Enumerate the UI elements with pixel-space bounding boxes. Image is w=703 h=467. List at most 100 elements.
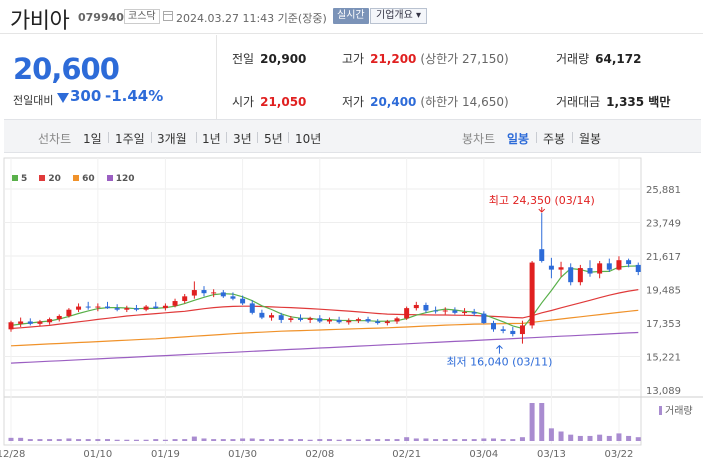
candle-body (153, 306, 159, 309)
candle-body (558, 267, 564, 270)
volume-bar (326, 439, 332, 441)
candle-body (162, 305, 168, 309)
candle-body (191, 290, 197, 296)
candle-body (95, 306, 101, 308)
candle-body (577, 268, 583, 283)
candle-body (47, 319, 53, 323)
x-tick-label: 03/13 (537, 449, 566, 460)
candle-body (143, 306, 149, 310)
candle-body (298, 318, 303, 320)
candle-body (587, 268, 593, 274)
y-tick-label: 17,353 (646, 319, 681, 330)
x-tick-label: 03/04 (469, 449, 498, 460)
candle-body (288, 318, 294, 320)
volume-bar (288, 439, 294, 441)
candle-body (56, 315, 62, 320)
candle-body (597, 263, 603, 274)
volume-bar (355, 439, 361, 441)
candle-body (269, 315, 275, 318)
volume-bar (452, 439, 458, 441)
volume-bar (519, 437, 525, 441)
volume-bar (510, 439, 516, 441)
candle-body (259, 312, 265, 318)
candlestick-chart[interactable]: 25,881 23,749 21,617 19,485 17,353 15,221 13,0… (0, 0, 703, 467)
x-tick-label: 02/08 (305, 449, 334, 460)
candle-body (519, 325, 525, 335)
candle-body (433, 310, 439, 312)
candle-body (66, 309, 72, 316)
volume-bar (56, 439, 62, 441)
volume-bar (47, 439, 53, 441)
volume-bar (577, 435, 583, 441)
volume-bar (529, 403, 535, 441)
candle-body (606, 263, 612, 270)
candle-body (114, 308, 120, 310)
y-tick-label: 19,485 (646, 286, 681, 297)
x-tick-label: 12/28 (0, 449, 25, 460)
volume-bar (413, 438, 419, 441)
candle-body (37, 321, 43, 324)
candle-body (182, 296, 188, 302)
candle-body (27, 321, 33, 324)
volume-bar (471, 439, 477, 441)
x-tick-label: 01/10 (83, 449, 112, 460)
candle-body (491, 323, 496, 330)
candle-body (404, 308, 410, 319)
candle-body (336, 319, 342, 323)
candle-body (220, 292, 226, 297)
volume-bar (191, 436, 197, 441)
volume-bar (201, 438, 207, 441)
volume-bar (404, 437, 410, 441)
volume-bar (587, 435, 593, 441)
volume-bar (298, 439, 303, 441)
volume-bar (616, 433, 622, 441)
max-annotation: 최고 24,350 (03/14) (489, 194, 595, 207)
candle-body (471, 312, 477, 314)
candle-body (278, 315, 284, 320)
volume-bar (336, 439, 342, 441)
candle-body (500, 329, 506, 331)
volume-bar (423, 438, 429, 441)
candle-body (85, 306, 91, 308)
x-tick-label: 01/30 (228, 449, 257, 460)
candle-body (626, 260, 632, 265)
volume-bar (76, 439, 82, 441)
volume-bar (384, 439, 390, 441)
volume-bar (8, 437, 14, 441)
candle-body (384, 321, 390, 324)
volume-bar (269, 439, 275, 441)
volume-bar (597, 434, 603, 441)
volume-bar (105, 439, 110, 441)
y-tick-label: 15,221 (646, 353, 681, 364)
volume-bar (568, 434, 574, 441)
candle-body (133, 308, 139, 310)
volume-legend-swatch (659, 406, 662, 415)
candle-body (201, 290, 207, 294)
candle-body (452, 310, 458, 313)
volume-bar (162, 439, 168, 441)
candle-body (76, 306, 82, 310)
ma60-line (10, 309, 639, 347)
candle-body (230, 296, 236, 299)
x-tick-label: 03/22 (605, 449, 634, 460)
volume-bar (249, 438, 255, 441)
y-tick-label: 21,617 (646, 252, 681, 263)
volume-bar (37, 439, 43, 441)
volume-bar (491, 438, 496, 441)
volume-bar (259, 439, 265, 441)
volume-bar (307, 439, 313, 441)
volume-label: 거래량 (665, 405, 693, 417)
candle-body (365, 319, 371, 322)
candle-body (326, 319, 332, 322)
volume-bar (635, 437, 641, 441)
volume-bar (606, 435, 612, 441)
volume-bar (500, 439, 506, 441)
candle-body (529, 262, 535, 326)
volume-bar (133, 439, 139, 441)
volume-bar (143, 439, 149, 441)
candle-body (8, 322, 14, 330)
candle-body (510, 330, 516, 335)
volume-bar (230, 439, 236, 441)
volume-bar (462, 439, 468, 441)
min-annotation: 최저 16,040 (03/11) (446, 356, 552, 369)
